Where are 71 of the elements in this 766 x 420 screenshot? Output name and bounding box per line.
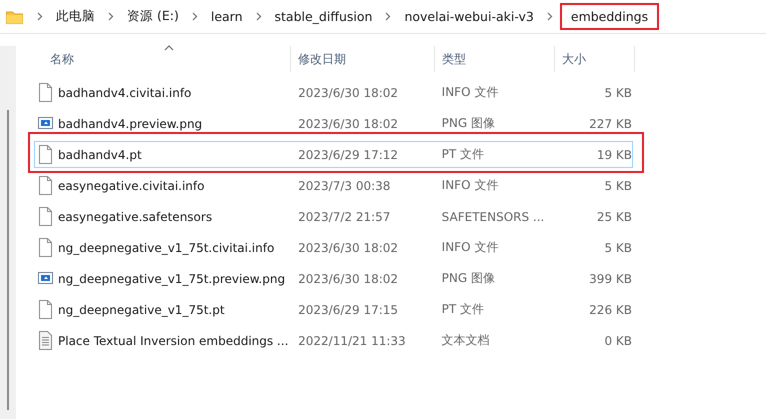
- chevron-icon: [256, 12, 262, 21]
- file-row[interactable]: badhandv4.pt 2023/6/29 17:12 PT 文件 19 KB: [34, 141, 633, 168]
- file-row[interactable]: badhandv4.civitai.info 2023/6/30 18:02 INFO 文件 5 KB: [34, 77, 633, 108]
- modified-date: 2023/6/30 18:02: [297, 240, 400, 254]
- file-icon: [38, 300, 53, 319]
- breadcrumb-item[interactable]: 此电脑: [54, 8, 97, 25]
- file-type: PT 文件: [440, 146, 486, 163]
- file-type: PNG 图像: [440, 115, 496, 132]
- file-size: 5 KB: [603, 86, 632, 100]
- column-header[interactable]: 名称: [34, 46, 291, 72]
- file-size: 0 KB: [603, 334, 632, 348]
- file-icon: [38, 176, 53, 195]
- file-name[interactable]: ng_deepnegative_v1_75t.preview.png: [58, 272, 286, 286]
- column-header[interactable]: 类型: [435, 46, 555, 72]
- file-name[interactable]: Place Textual Inversion embeddings ...: [58, 334, 288, 348]
- file-type: SAFETENSORS ...: [440, 210, 546, 224]
- file-type: INFO 文件: [440, 239, 500, 256]
- breadcrumb-item[interactable]: learn: [208, 9, 245, 24]
- modified-date: 2023/7/3 00:38: [297, 178, 392, 192]
- modified-date: 2023/7/2 21:57: [297, 210, 392, 224]
- file-type: INFO 文件: [440, 84, 500, 101]
- column-header[interactable]: 修改日期: [291, 46, 435, 72]
- file-row[interactable]: ng_deepnegative_v1_75t.preview.png 2023/6/30 18:02 PNG 图像 399 KB: [34, 263, 633, 294]
- column-header[interactable]: 大小: [555, 46, 635, 72]
- file-name[interactable]: easynegative.civitai.info: [58, 178, 204, 192]
- modified-date: 2023/6/30 18:02: [297, 86, 400, 100]
- breadcrumb-item[interactable]: 资源 (E:): [125, 8, 181, 25]
- file-size: 226 KB: [588, 302, 632, 316]
- file-name[interactable]: ng_deepnegative_v1_75t.pt: [58, 302, 225, 316]
- file-type: PT 文件: [440, 301, 486, 318]
- file-size: 5 KB: [603, 240, 632, 254]
- file-size: 5 KB: [603, 178, 632, 192]
- text-file-icon: [38, 331, 53, 350]
- file-row[interactable]: easynegative.civitai.info 2023/7/3 00:38 INFO 文件 5 KB: [34, 170, 633, 201]
- file-name[interactable]: badhandv4.preview.png: [58, 116, 202, 130]
- modified-date: 2022/11/21 11:33: [297, 334, 407, 348]
- file-row[interactable]: easynegative.safetensors 2023/7/2 21:57 SAFETENSORS ... 25 KB: [34, 201, 633, 232]
- chevron-icon: [192, 12, 198, 21]
- file-type: INFO 文件: [440, 177, 500, 194]
- file-name[interactable]: badhandv4.pt: [58, 148, 142, 162]
- chevron-icon: [108, 12, 114, 21]
- breadcrumb-item[interactable]: embeddings: [560, 3, 660, 30]
- modified-date: 2023/6/29 17:15: [297, 302, 400, 316]
- folder-icon: [6, 10, 23, 24]
- file-type: 文本文档: [440, 332, 491, 349]
- scrollbar-thumb[interactable]: [7, 110, 9, 410]
- file-size: 399 KB: [588, 272, 632, 286]
- file-icon: [38, 83, 53, 102]
- file-size: 19 KB: [596, 148, 632, 162]
- file-row[interactable]: Place Textual Inversion embeddings ... 2022/11/21 11:33 文本文档 0 KB: [34, 325, 633, 356]
- modified-date: 2023/6/29 17:12: [297, 148, 400, 162]
- chevron-icon: [546, 12, 553, 21]
- file-row[interactable]: ng_deepnegative_v1_75t.civitai.info 2023/6/30 18:02 INFO 文件 5 KB: [34, 232, 633, 263]
- file-size: 227 KB: [588, 116, 632, 130]
- breadcrumb-item[interactable]: stable_diffusion: [272, 9, 374, 24]
- file-row[interactable]: badhandv4.preview.png 2023/6/30 18:02 PNG 图像 227 KB: [34, 108, 633, 139]
- file-icon: [38, 238, 53, 257]
- file-name[interactable]: ng_deepnegative_v1_75t.civitai.info: [58, 240, 274, 254]
- breadcrumb-item[interactable]: novelai-webui-aki-v3: [402, 9, 536, 24]
- file-name[interactable]: easynegative.safetensors: [58, 210, 212, 224]
- file-name[interactable]: badhandv4.civitai.info: [58, 86, 192, 100]
- file-icon: [38, 145, 53, 164]
- modified-date: 2023/6/30 18:02: [297, 116, 400, 130]
- chevron-icon: [385, 12, 392, 21]
- file-type: PNG 图像: [440, 270, 496, 287]
- chevron-icon: [37, 12, 43, 21]
- sort-caret-icon: [164, 45, 174, 51]
- modified-date: 2023/6/30 18:02: [297, 272, 400, 286]
- file-icon: [38, 207, 53, 226]
- file-row[interactable]: ng_deepnegative_v1_75t.pt 2023/6/29 17:15 PT 文件 226 KB: [34, 294, 633, 325]
- file-size: 25 KB: [596, 210, 632, 224]
